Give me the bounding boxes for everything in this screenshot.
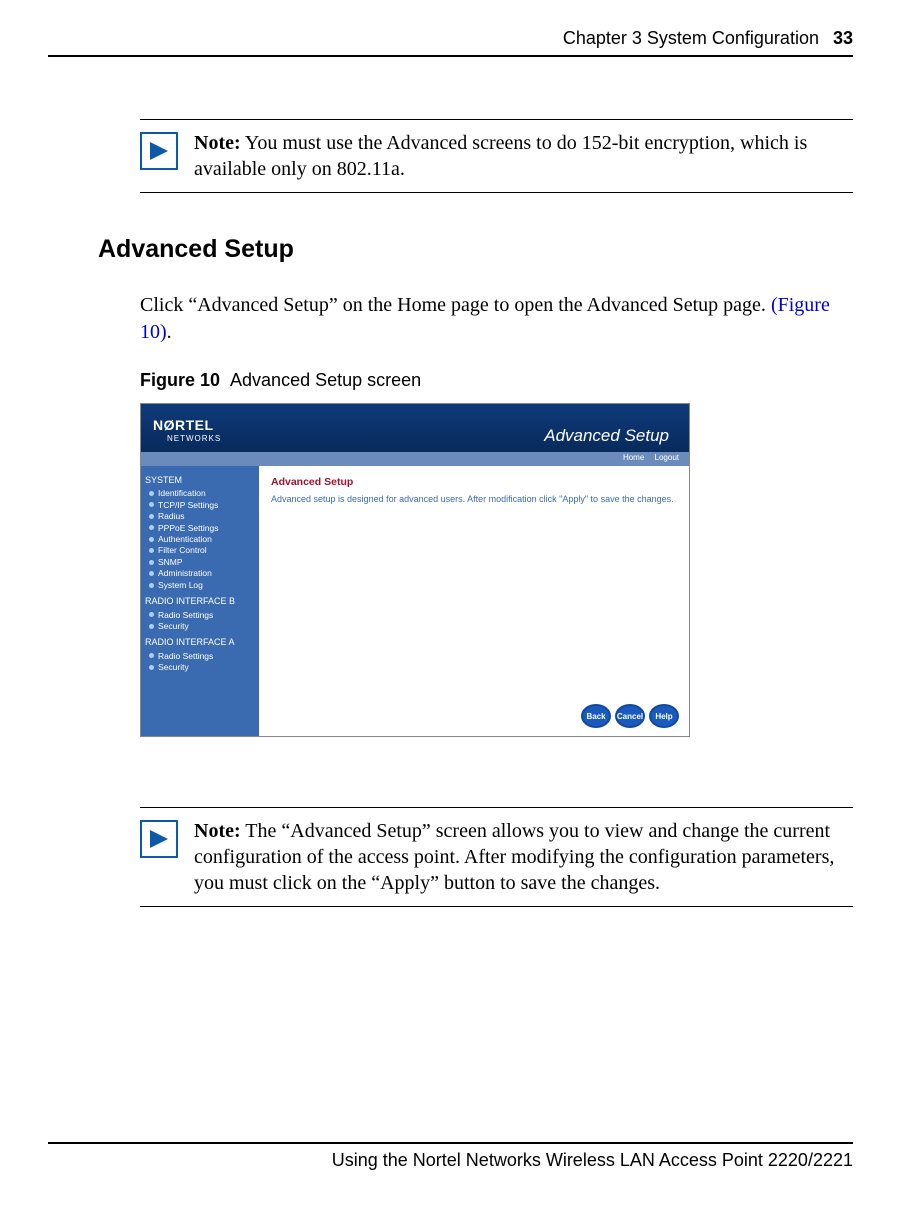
sidebar-item-identification[interactable]: Identification xyxy=(145,488,255,499)
note-block-2: Note: The “Advanced Setup” screen allows… xyxy=(140,807,853,907)
sidebar-item-radius[interactable]: Radius xyxy=(145,511,255,522)
footer-text: Using the Nortel Networks Wireless LAN A… xyxy=(332,1150,853,1170)
body-text-pre: Click “Advanced Setup” on the Home page … xyxy=(140,294,771,316)
note-arrow-icon xyxy=(140,132,178,170)
sidebar-item-radio-b-settings[interactable]: Radio Settings xyxy=(145,610,255,621)
panel-description: Advanced setup is designed for advanced … xyxy=(271,494,677,506)
sidebar-item-snmp[interactable]: SNMP xyxy=(145,557,255,568)
page-number: 33 xyxy=(833,28,853,49)
note-label: Note: xyxy=(194,132,241,154)
panel-button-row: Back Cancel Help xyxy=(581,704,679,728)
sidebar-item-radio-b-security[interactable]: Security xyxy=(145,621,255,632)
figure-screenshot: NØRTEL NETWORKS Advanced Setup Home Logo… xyxy=(140,403,690,737)
note-text-2: Note: The “Advanced Setup” screen allows… xyxy=(194,818,853,896)
brand-text: NØRTEL xyxy=(153,417,214,433)
sidebar-item-radio-a-security[interactable]: Security xyxy=(145,662,255,673)
figure-caption: Figure 10 Advanced Setup screen xyxy=(140,370,853,391)
sidebar-item-authentication[interactable]: Authentication xyxy=(145,534,255,545)
section-heading: Advanced Setup xyxy=(98,235,853,264)
body-paragraph: Click “Advanced Setup” on the Home page … xyxy=(140,292,853,346)
sidebar-head-radio-b: RADIO INTERFACE B xyxy=(145,595,255,607)
brand-sub-text: NETWORKS xyxy=(167,434,221,443)
note-arrow-icon xyxy=(140,820,178,858)
cancel-button[interactable]: Cancel xyxy=(615,704,645,728)
sidebar-head-radio-a: RADIO INTERFACE A xyxy=(145,636,255,648)
page-header: Chapter 3 System Configuration 33 xyxy=(48,28,853,57)
sidebar-item-radio-a-settings[interactable]: Radio Settings xyxy=(145,651,255,662)
screenshot-header: NØRTEL NETWORKS Advanced Setup xyxy=(141,404,689,452)
sidebar-item-filter-control[interactable]: Filter Control xyxy=(145,545,255,556)
sidebar-head-system: SYSTEM xyxy=(145,474,255,486)
panel-title: Advanced Setup xyxy=(271,476,677,488)
note-label: Note: xyxy=(194,820,241,842)
note-block-1: Note: You must use the Advanced screens … xyxy=(140,119,853,193)
note-body: The “Advanced Setup” screen allows you t… xyxy=(194,820,834,894)
home-link[interactable]: Home xyxy=(623,453,644,462)
page-footer: Using the Nortel Networks Wireless LAN A… xyxy=(48,1142,853,1171)
screenshot-title: Advanced Setup xyxy=(544,426,669,446)
brand-logo: NØRTEL NETWORKS xyxy=(153,413,221,443)
figure-label: Figure 10 xyxy=(140,370,220,390)
screenshot-main-panel: Advanced Setup Advanced setup is designe… xyxy=(259,466,689,736)
sidebar-item-tcpip[interactable]: TCP/IP Settings xyxy=(145,500,255,511)
help-button[interactable]: Help xyxy=(649,704,679,728)
chapter-title: Chapter 3 System Configuration xyxy=(563,28,819,49)
screenshot-sidebar: SYSTEM Identification TCP/IP Settings Ra… xyxy=(141,466,259,736)
screenshot-topbar: Home Logout xyxy=(141,452,689,466)
note-text-1: Note: You must use the Advanced screens … xyxy=(194,130,853,182)
logout-link[interactable]: Logout xyxy=(655,453,679,462)
body-text-post: . xyxy=(167,321,172,343)
sidebar-item-administration[interactable]: Administration xyxy=(145,568,255,579)
sidebar-item-system-log[interactable]: System Log xyxy=(145,580,255,591)
figure-caption-text: Advanced Setup screen xyxy=(230,370,421,390)
sidebar-item-pppoe[interactable]: PPPoE Settings xyxy=(145,523,255,534)
back-button[interactable]: Back xyxy=(581,704,611,728)
note-body: You must use the Advanced screens to do … xyxy=(194,132,807,180)
